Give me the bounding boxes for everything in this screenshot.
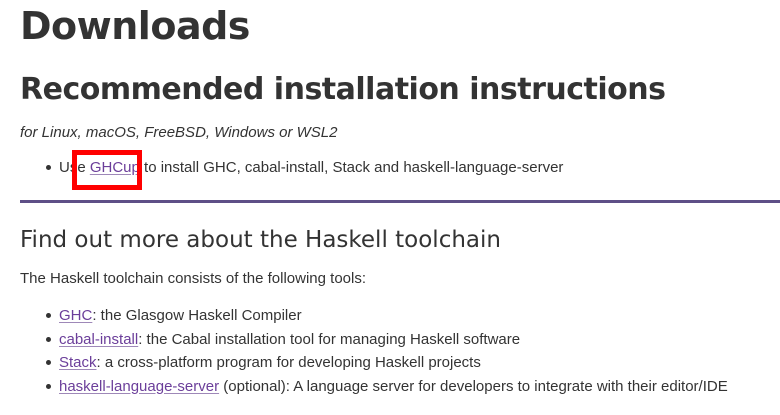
list-item: cabal-install: the Cabal installation to… (38, 328, 728, 352)
cabal-install-link[interactable]: cabal-install (59, 331, 138, 348)
item-prefix: Use (59, 159, 90, 176)
toolchain-heading: Find out more about the Haskell toolchai… (20, 227, 501, 253)
page-title: Downloads (20, 4, 250, 48)
section-divider (20, 200, 780, 203)
item-suffix: to install GHC, cabal-install, Stack and… (139, 159, 564, 176)
haskell-language-server-link[interactable]: haskell-language-server (59, 378, 219, 395)
tool-description: : the Glasgow Haskell Compiler (92, 307, 302, 324)
list-item: Use GHCup to install GHC, cabal-install,… (38, 156, 563, 179)
tool-description: (optional): A language server for develo… (219, 377, 728, 395)
tool-description: : the Cabal installation tool for managi… (138, 330, 521, 348)
recommended-list: Use GHCup to install GHC, cabal-install,… (38, 156, 563, 179)
list-item: GHC: the Glasgow Haskell Compiler (38, 304, 728, 328)
list-item: haskell-language-server (optional): A la… (38, 375, 728, 399)
tools-list: GHC: the Glasgow Haskell Compiler cabal-… (38, 304, 728, 398)
ghc-link[interactable]: GHC (59, 307, 92, 324)
recommended-heading: Recommended installation instructions (20, 72, 666, 107)
list-item: Stack: a cross-platform program for deve… (38, 351, 728, 375)
stack-link[interactable]: Stack (59, 354, 97, 371)
toolchain-intro: The Haskell toolchain consists of the fo… (20, 270, 367, 287)
ghcup-link[interactable]: GHCup (90, 159, 140, 176)
platforms-note: for Linux, macOS, FreeBSD, Windows or WS… (20, 124, 338, 141)
tool-description: : a cross-platform program for developin… (96, 354, 481, 371)
